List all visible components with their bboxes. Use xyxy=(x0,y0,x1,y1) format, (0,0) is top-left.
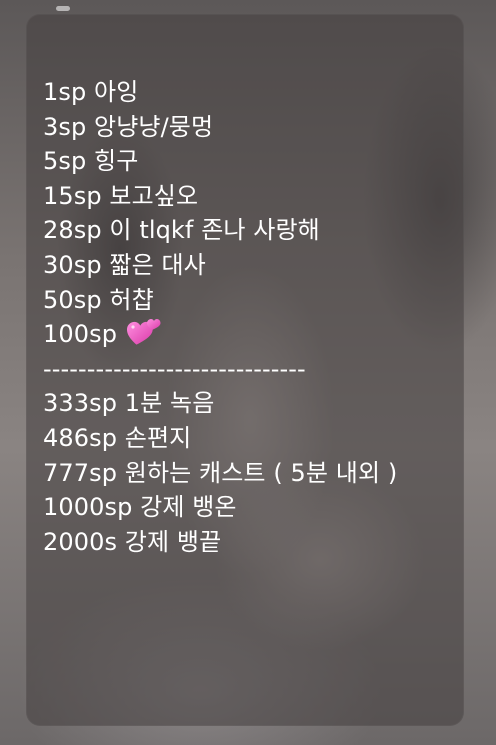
list-item: 333sp 1분 녹음 xyxy=(43,389,215,418)
list-item: 3sp 앙냥냥/뭉멍 xyxy=(43,112,214,141)
list-item: 777sp 원하는 캐스트 ( 5분 내외 ) xyxy=(43,458,398,487)
list-item: 28sp 이 tlqkf 존나 사랑해 xyxy=(43,216,320,245)
price-list: 1sp 아잉 3sp 앙냥냥/뭉멍 5sp 힝구 15sp 보고싶오 28sp … xyxy=(43,75,463,559)
top-indicator xyxy=(56,6,70,11)
list-item: 486sp 손편지 xyxy=(43,423,192,452)
list-item: 2000s 강제 뱅끝 xyxy=(43,527,222,556)
list-item-label: 100sp xyxy=(43,320,118,349)
list-item: 15sp 보고싶오 xyxy=(43,181,199,210)
list-item: 1000sp 강제 뱅온 xyxy=(43,493,237,522)
list-item: 100sp xyxy=(43,317,463,352)
list-item: 5sp 힝구 xyxy=(43,147,139,176)
list-item: 1sp 아잉 xyxy=(43,78,139,106)
two-hearts-icon xyxy=(126,318,161,346)
list-item: 30sp 짧은 대사 xyxy=(43,250,206,279)
list-item: 50sp 허챱 xyxy=(43,285,154,314)
divider: ------------------------------ xyxy=(43,354,306,383)
